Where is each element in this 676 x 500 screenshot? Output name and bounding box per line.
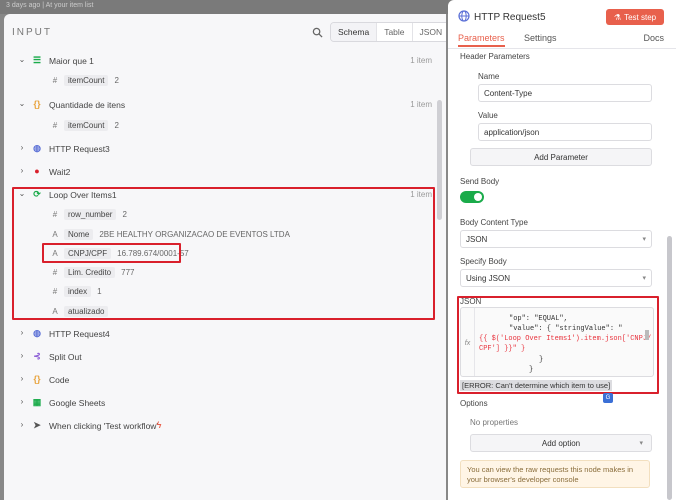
scrollbar[interactable] xyxy=(437,100,442,220)
globe-icon xyxy=(458,10,470,22)
select-value: Using JSON xyxy=(466,274,511,283)
test-step-label: Test step xyxy=(624,12,657,22)
chevron-right-icon[interactable]: › xyxy=(18,144,26,152)
body-content-type-select[interactable]: JSON ▾ xyxy=(460,230,652,248)
panel-header: HTTP Request5 ⚗ Test step xyxy=(448,0,676,32)
set-icon: {} xyxy=(33,99,41,109)
input-title: INPUT xyxy=(12,27,52,38)
number-type-icon: # xyxy=(52,120,58,130)
split-icon: ⊰ xyxy=(33,351,41,361)
chevron-down-icon: ▾ xyxy=(642,275,646,282)
filter-icon: ☰ xyxy=(32,55,42,65)
chevron-right-icon[interactable]: › xyxy=(18,375,26,383)
chevron-down-icon: ▾ xyxy=(639,440,643,447)
docs-link[interactable]: Docs xyxy=(643,33,664,43)
field-value: 2 xyxy=(114,75,119,85)
globe-icon: ◍ xyxy=(33,328,41,338)
node-label[interactable]: Split Out xyxy=(49,352,82,362)
body-content-type-label: Body Content Type xyxy=(460,218,528,227)
schema-field: # itemCount 2 xyxy=(49,118,119,132)
value-label: Value xyxy=(478,111,498,120)
select-value: JSON xyxy=(466,235,488,244)
node-label[interactable]: Google Sheets xyxy=(49,398,105,408)
field-key[interactable]: itemCount xyxy=(64,119,109,131)
options-label: Options xyxy=(460,399,488,408)
pause-icon: ● xyxy=(34,166,40,176)
view-switcher: Schema Table JSON xyxy=(330,22,446,42)
node-parameters-panel: HTTP Request5 ⚗ Test step Parameters Sett… xyxy=(448,0,676,500)
name-label: Name xyxy=(478,72,500,81)
node-title[interactable]: HTTP Request5 xyxy=(474,12,546,23)
node-label[interactable]: Wait2 xyxy=(49,167,70,177)
field-value: 2 xyxy=(114,120,119,130)
highlight-json-box xyxy=(457,296,659,394)
node-label[interactable]: HTTP Request3 xyxy=(49,144,110,154)
view-schema[interactable]: Schema xyxy=(331,23,377,41)
view-table[interactable]: Table xyxy=(376,23,411,41)
add-option-button[interactable]: Add option ▾ xyxy=(470,434,652,452)
chevron-right-icon[interactable]: › xyxy=(18,329,26,337)
node-label[interactable]: Code xyxy=(49,375,69,385)
highlight-cnpj-box xyxy=(42,243,181,263)
tab-settings[interactable]: Settings xyxy=(524,33,557,43)
item-count: 1 item xyxy=(410,100,432,109)
tab-parameters[interactable]: Parameters xyxy=(458,33,505,47)
node-label[interactable]: HTTP Request4 xyxy=(49,329,110,339)
chevron-right-icon[interactable]: › xyxy=(18,167,26,175)
chevron-right-icon[interactable]: › xyxy=(18,398,26,406)
sheets-icon: ▦ xyxy=(32,397,42,407)
specify-body-label: Specify Body xyxy=(460,257,507,266)
add-option-label: Add option xyxy=(541,438,581,448)
chevron-right-icon[interactable]: › xyxy=(18,421,26,429)
field-key[interactable]: itemCount xyxy=(64,74,109,86)
header-name-input[interactable]: Content-Type xyxy=(478,84,652,102)
info-note: You can view the raw requests this node … xyxy=(460,460,650,488)
node-label[interactable]: When clicking 'Test workflow' xyxy=(49,421,158,431)
code-icon: {} xyxy=(33,374,41,384)
node-label[interactable]: Quantidade de itens xyxy=(49,100,125,110)
panel-scrollbar[interactable] xyxy=(667,236,672,500)
canvas-strip-text: 3 days ago | At your item list xyxy=(6,2,94,9)
translate-icon[interactable]: G xyxy=(603,393,613,403)
add-parameter-button[interactable]: Add Parameter xyxy=(470,148,652,166)
input-pane: INPUT Schema Table JSON ⌄ ☰ Maior que 1 … xyxy=(4,14,446,500)
view-json[interactable]: JSON xyxy=(411,23,446,41)
panel-tabs: Parameters Settings Docs xyxy=(448,32,676,49)
app-root: 3 days ago | At your item list INPUT Sch… xyxy=(0,0,676,500)
header-parameters-heading: Header Parameters xyxy=(460,52,530,61)
flask-icon: ⚗ xyxy=(613,12,622,22)
node-label[interactable]: Maior que 1 xyxy=(49,56,94,66)
chevron-down-icon[interactable]: ⌄ xyxy=(18,56,26,64)
item-count: 1 item xyxy=(410,56,432,65)
send-body-label: Send Body xyxy=(460,177,500,186)
schema-field: # itemCount 2 xyxy=(49,73,119,87)
globe-icon: ◍ xyxy=(33,143,41,153)
send-body-toggle[interactable] xyxy=(460,191,484,203)
test-step-button[interactable]: ⚗ Test step xyxy=(606,9,664,25)
chevron-down-icon: ▾ xyxy=(642,236,646,243)
number-type-icon: # xyxy=(52,75,58,85)
no-properties-text: No properties xyxy=(470,418,519,427)
search-icon[interactable] xyxy=(312,27,323,38)
cursor-icon: ➤ xyxy=(33,420,41,430)
chevron-down-icon[interactable]: ⌄ xyxy=(18,100,26,108)
lightning-icon: ϟ xyxy=(156,420,162,430)
chevron-right-icon[interactable]: › xyxy=(18,352,26,360)
header-value-input[interactable]: application/json xyxy=(478,123,652,141)
specify-body-select[interactable]: Using JSON ▾ xyxy=(460,269,652,287)
